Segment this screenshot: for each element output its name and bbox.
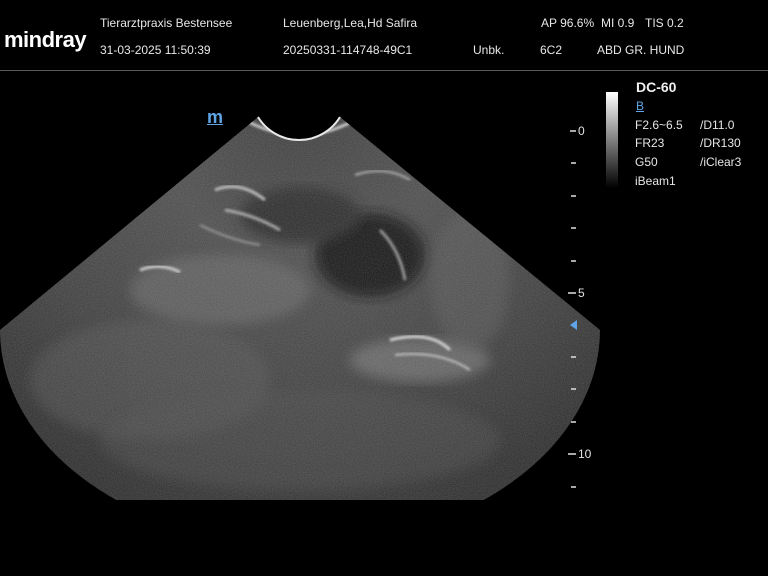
exam-id: 20250331-114748-49C1: [283, 43, 413, 57]
gain-value: G50: [635, 155, 658, 169]
frequency-value: F2.6~6.5: [635, 118, 683, 132]
exam-datetime: 31-03-2025 11:50:39: [100, 43, 211, 57]
depth-label-5: 5: [578, 286, 585, 300]
parameter-panel: DC-60 B F2.6~6.5 /D11.0 FR23 /DR130 G50 …: [600, 75, 768, 195]
focus-marker-icon: [570, 320, 577, 330]
depth-value: /D11.0: [700, 118, 735, 132]
operator: Unbk.: [473, 43, 505, 57]
acoustic-power: AP 96.6%: [541, 16, 595, 30]
patient-name: Leuenberg,Lea,Hd Safira: [283, 16, 418, 30]
frame-rate-value: FR23: [635, 136, 665, 150]
probe-name: DC-60: [636, 79, 677, 95]
mindray-logo: mindray: [4, 27, 87, 52]
iclear-value: /iClear3: [700, 155, 742, 169]
mode-indicator: B: [636, 99, 645, 113]
depth-label-0: 0: [578, 124, 585, 138]
clinic-name: Tierarztpraxis Bestensee: [100, 16, 233, 30]
grayscale-bar: [606, 92, 618, 188]
depth-label-10: 10: [578, 447, 592, 461]
exam-preset: ABD GR. HUND: [597, 43, 685, 57]
mechanical-index: MI 0.9: [601, 16, 635, 30]
dynamic-range-value: /DR130: [700, 136, 741, 150]
thermal-index: TIS 0.2: [645, 16, 684, 30]
header-bar: mindray Tierarztpraxis Bestensee 31-03-2…: [0, 0, 768, 71]
ibeam-value: iBeam1: [635, 174, 676, 188]
probe-model: 6C2: [540, 43, 563, 57]
